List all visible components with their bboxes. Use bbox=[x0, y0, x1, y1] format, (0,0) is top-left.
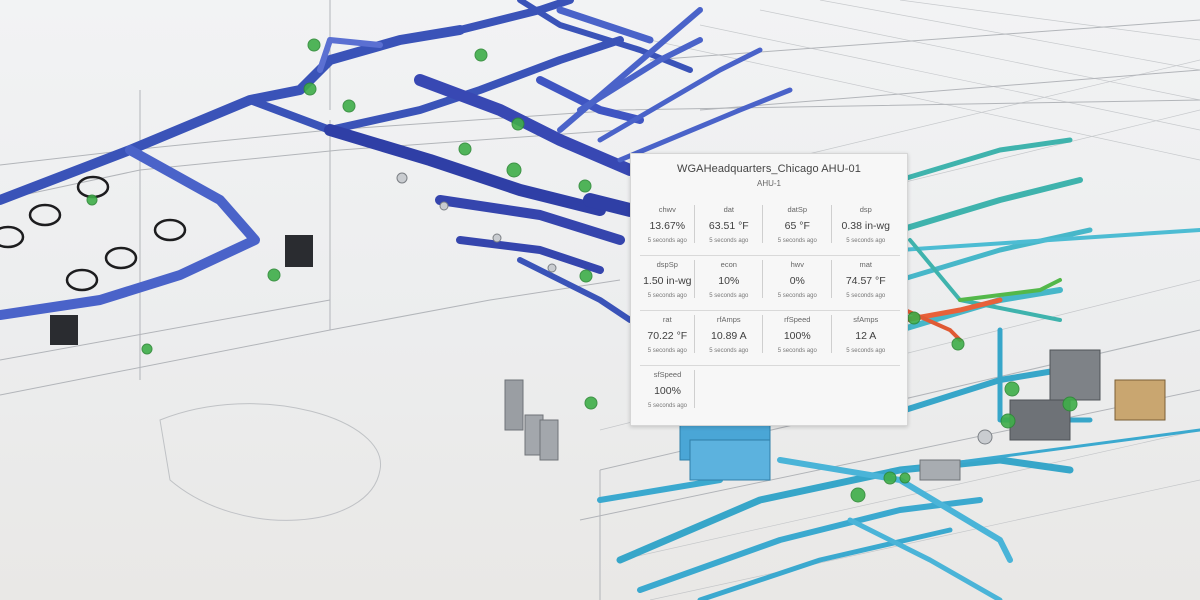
reading-timestamp: 5 seconds ago bbox=[709, 293, 749, 299]
reading-cell: sfSpeed 100% 5 seconds ago bbox=[640, 366, 695, 421]
reading-cell: chwv 13.67% 5 seconds ago bbox=[640, 201, 695, 255]
reading-value: 100% bbox=[654, 385, 681, 397]
reading-cell: dat 63.51 °F 5 seconds ago bbox=[695, 201, 764, 255]
reading-value: 70.22 °F bbox=[647, 330, 688, 342]
reading-cell: sfAmps 12 A 5 seconds ago bbox=[832, 311, 900, 365]
reading-timestamp: 5 seconds ago bbox=[647, 403, 688, 409]
reading-name: econ bbox=[720, 260, 737, 269]
reading-name: sfSpeed bbox=[653, 370, 682, 379]
reading-value: 10.89 A bbox=[711, 330, 747, 342]
reading-timestamp: 5 seconds ago bbox=[709, 238, 749, 244]
reading-name: datSp bbox=[787, 205, 808, 214]
reading-name: rat bbox=[662, 315, 672, 324]
reading-value: 63.51 °F bbox=[708, 220, 749, 232]
reading-name: dspSp bbox=[656, 260, 678, 269]
reading-cell: datSp 65 °F 5 seconds ago bbox=[763, 201, 832, 255]
readings-row: dspSp 1.50 in-wg 5 seconds ago econ 10% … bbox=[640, 256, 900, 311]
reading-timestamp: 5 seconds ago bbox=[777, 238, 817, 244]
reading-value: 0% bbox=[789, 275, 805, 287]
reading-timestamp: 5 seconds ago bbox=[647, 293, 687, 299]
reading-value: 1.50 in-wg bbox=[643, 275, 692, 287]
reading-value: 0.38 in-wg bbox=[841, 220, 890, 232]
reading-value: 12 A bbox=[855, 330, 877, 342]
reading-name: chwv bbox=[658, 205, 676, 214]
hvac-3d-model[interactable] bbox=[0, 0, 1200, 600]
reading-cell: hwv 0% 5 seconds ago bbox=[763, 256, 832, 310]
reading-value: 65 °F bbox=[784, 220, 810, 232]
reading-name: dat bbox=[723, 205, 735, 214]
hot-water-piping bbox=[902, 278, 1062, 342]
reading-value: 10% bbox=[718, 275, 740, 287]
reading-timestamp: 5 seconds ago bbox=[709, 348, 749, 354]
reading-timestamp: 5 seconds ago bbox=[647, 348, 687, 354]
reading-cell: dspSp 1.50 in-wg 5 seconds ago bbox=[640, 256, 695, 310]
reading-cell: rat 70.22 °F 5 seconds ago bbox=[640, 311, 695, 365]
reading-value: 100% bbox=[783, 330, 811, 342]
reading-name: rfAmps bbox=[716, 315, 741, 324]
reading-timestamp: 5 seconds ago bbox=[846, 238, 886, 244]
reading-cell: rfSpeed 100% 5 seconds ago bbox=[763, 311, 832, 365]
readings-row: chwv 13.67% 5 seconds ago dat 63.51 °F 5… bbox=[640, 201, 900, 256]
reading-timestamp: 5 seconds ago bbox=[846, 293, 886, 299]
reading-name: hwv bbox=[790, 260, 804, 269]
reading-timestamp: 5 seconds ago bbox=[777, 348, 817, 354]
sensor-readings-grid: chwv 13.67% 5 seconds ago dat 63.51 °F 5… bbox=[640, 201, 900, 421]
reading-name: dsp bbox=[859, 205, 872, 214]
reading-timestamp: 5 seconds ago bbox=[846, 348, 886, 354]
reading-cell: econ 10% 5 seconds ago bbox=[695, 256, 764, 310]
bim-model-viewport[interactable]: WGAHeadquarters_Chicago AHU-01 AHU-1 chw… bbox=[0, 0, 1200, 600]
popup-subtitle: AHU-1 bbox=[756, 179, 781, 188]
reading-value: 13.67% bbox=[649, 220, 686, 232]
reading-name: sfAmps bbox=[853, 315, 879, 324]
reading-cell: rfAmps 10.89 A 5 seconds ago bbox=[695, 311, 764, 365]
reading-timestamp: 5 seconds ago bbox=[647, 238, 687, 244]
reading-cell: mat 74.57 °F 5 seconds ago bbox=[832, 256, 900, 310]
asset-info-popup: WGAHeadquarters_Chicago AHU-01 AHU-1 chw… bbox=[630, 153, 908, 426]
popup-title: WGAHeadquarters_Chicago AHU-01 bbox=[677, 163, 861, 175]
readings-row: rat 70.22 °F 5 seconds ago rfAmps 10.89 … bbox=[640, 311, 900, 366]
reading-cell: dsp 0.38 in-wg 5 seconds ago bbox=[832, 201, 900, 255]
readings-row: sfSpeed 100% 5 seconds ago bbox=[640, 366, 900, 421]
reading-name: mat bbox=[859, 260, 872, 269]
reading-value: 74.57 °F bbox=[845, 275, 886, 287]
reading-timestamp: 5 seconds ago bbox=[777, 293, 817, 299]
reading-name: rfSpeed bbox=[784, 315, 811, 324]
